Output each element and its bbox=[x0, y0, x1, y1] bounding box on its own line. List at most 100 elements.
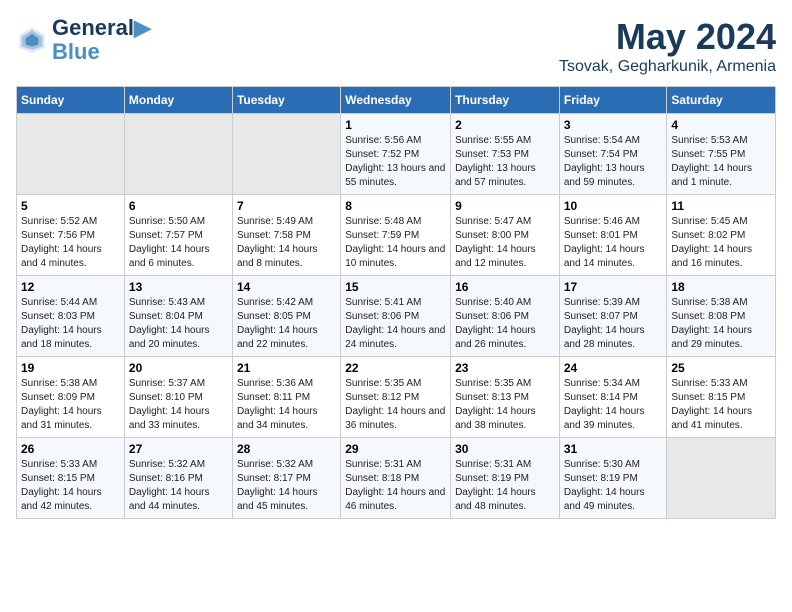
page-header: General▶ Blue May 2024 Tsovak, Gegharkun… bbox=[16, 16, 776, 76]
calendar-week-row: 1 Sunrise: 5:56 AM Sunset: 7:52 PM Dayli… bbox=[17, 114, 776, 195]
day-info: Sunrise: 5:33 AM Sunset: 8:15 PM Dayligh… bbox=[21, 458, 120, 514]
day-number: 16 bbox=[455, 280, 555, 294]
weekday-header-cell: Thursday bbox=[451, 87, 560, 114]
day-info: Sunrise: 5:35 AM Sunset: 8:13 PM Dayligh… bbox=[455, 377, 555, 433]
day-number: 5 bbox=[21, 199, 120, 213]
calendar-cell: 11 Sunrise: 5:45 AM Sunset: 8:02 PM Dayl… bbox=[667, 195, 776, 276]
location-title: Tsovak, Gegharkunik, Armenia bbox=[559, 58, 776, 76]
calendar-table: SundayMondayTuesdayWednesdayThursdayFrid… bbox=[16, 86, 776, 519]
day-number: 8 bbox=[345, 199, 446, 213]
day-info: Sunrise: 5:50 AM Sunset: 7:57 PM Dayligh… bbox=[129, 215, 228, 271]
day-info: Sunrise: 5:35 AM Sunset: 8:12 PM Dayligh… bbox=[345, 377, 446, 433]
day-number: 28 bbox=[237, 442, 336, 456]
day-info: Sunrise: 5:36 AM Sunset: 8:11 PM Dayligh… bbox=[237, 377, 336, 433]
calendar-cell: 19 Sunrise: 5:38 AM Sunset: 8:09 PM Dayl… bbox=[17, 357, 125, 438]
weekday-header-cell: Wednesday bbox=[341, 87, 451, 114]
day-info: Sunrise: 5:49 AM Sunset: 7:58 PM Dayligh… bbox=[237, 215, 336, 271]
calendar-cell: 4 Sunrise: 5:53 AM Sunset: 7:55 PM Dayli… bbox=[667, 114, 776, 195]
day-number: 21 bbox=[237, 361, 336, 375]
logo-text: General▶ Blue bbox=[52, 16, 151, 64]
calendar-cell: 29 Sunrise: 5:31 AM Sunset: 8:18 PM Dayl… bbox=[341, 438, 451, 519]
day-number: 25 bbox=[671, 361, 771, 375]
day-number: 31 bbox=[564, 442, 663, 456]
calendar-cell: 15 Sunrise: 5:41 AM Sunset: 8:06 PM Dayl… bbox=[341, 276, 451, 357]
calendar-cell: 1 Sunrise: 5:56 AM Sunset: 7:52 PM Dayli… bbox=[341, 114, 451, 195]
calendar-body: 1 Sunrise: 5:56 AM Sunset: 7:52 PM Dayli… bbox=[17, 114, 776, 519]
day-info: Sunrise: 5:31 AM Sunset: 8:19 PM Dayligh… bbox=[455, 458, 555, 514]
calendar-week-row: 5 Sunrise: 5:52 AM Sunset: 7:56 PM Dayli… bbox=[17, 195, 776, 276]
calendar-cell: 17 Sunrise: 5:39 AM Sunset: 8:07 PM Dayl… bbox=[559, 276, 667, 357]
day-info: Sunrise: 5:55 AM Sunset: 7:53 PM Dayligh… bbox=[455, 134, 555, 190]
calendar-cell: 27 Sunrise: 5:32 AM Sunset: 8:16 PM Dayl… bbox=[124, 438, 232, 519]
day-number: 2 bbox=[455, 118, 555, 132]
calendar-cell: 3 Sunrise: 5:54 AM Sunset: 7:54 PM Dayli… bbox=[559, 114, 667, 195]
day-info: Sunrise: 5:32 AM Sunset: 8:16 PM Dayligh… bbox=[129, 458, 228, 514]
day-number: 4 bbox=[671, 118, 771, 132]
day-info: Sunrise: 5:30 AM Sunset: 8:19 PM Dayligh… bbox=[564, 458, 663, 514]
day-number: 9 bbox=[455, 199, 555, 213]
day-info: Sunrise: 5:38 AM Sunset: 8:09 PM Dayligh… bbox=[21, 377, 120, 433]
day-info: Sunrise: 5:54 AM Sunset: 7:54 PM Dayligh… bbox=[564, 134, 663, 190]
day-number: 10 bbox=[564, 199, 663, 213]
calendar-cell: 5 Sunrise: 5:52 AM Sunset: 7:56 PM Dayli… bbox=[17, 195, 125, 276]
weekday-header-row: SundayMondayTuesdayWednesdayThursdayFrid… bbox=[17, 87, 776, 114]
calendar-cell: 25 Sunrise: 5:33 AM Sunset: 8:15 PM Dayl… bbox=[667, 357, 776, 438]
day-info: Sunrise: 5:31 AM Sunset: 8:18 PM Dayligh… bbox=[345, 458, 446, 514]
calendar-cell: 12 Sunrise: 5:44 AM Sunset: 8:03 PM Dayl… bbox=[17, 276, 125, 357]
day-info: Sunrise: 5:34 AM Sunset: 8:14 PM Dayligh… bbox=[564, 377, 663, 433]
day-info: Sunrise: 5:46 AM Sunset: 8:01 PM Dayligh… bbox=[564, 215, 663, 271]
calendar-cell: 10 Sunrise: 5:46 AM Sunset: 8:01 PM Dayl… bbox=[559, 195, 667, 276]
day-number: 23 bbox=[455, 361, 555, 375]
day-number: 6 bbox=[129, 199, 228, 213]
day-number: 1 bbox=[345, 118, 446, 132]
title-block: May 2024 Tsovak, Gegharkunik, Armenia bbox=[559, 16, 776, 76]
day-info: Sunrise: 5:47 AM Sunset: 8:00 PM Dayligh… bbox=[455, 215, 555, 271]
calendar-week-row: 12 Sunrise: 5:44 AM Sunset: 8:03 PM Dayl… bbox=[17, 276, 776, 357]
calendar-cell: 7 Sunrise: 5:49 AM Sunset: 7:58 PM Dayli… bbox=[232, 195, 340, 276]
day-info: Sunrise: 5:56 AM Sunset: 7:52 PM Dayligh… bbox=[345, 134, 446, 190]
day-number: 27 bbox=[129, 442, 228, 456]
calendar-cell: 20 Sunrise: 5:37 AM Sunset: 8:10 PM Dayl… bbox=[124, 357, 232, 438]
day-number: 12 bbox=[21, 280, 120, 294]
calendar-cell: 6 Sunrise: 5:50 AM Sunset: 7:57 PM Dayli… bbox=[124, 195, 232, 276]
day-number: 20 bbox=[129, 361, 228, 375]
calendar-week-row: 26 Sunrise: 5:33 AM Sunset: 8:15 PM Dayl… bbox=[17, 438, 776, 519]
calendar-cell: 13 Sunrise: 5:43 AM Sunset: 8:04 PM Dayl… bbox=[124, 276, 232, 357]
month-title: May 2024 bbox=[559, 16, 776, 58]
day-info: Sunrise: 5:40 AM Sunset: 8:06 PM Dayligh… bbox=[455, 296, 555, 352]
calendar-cell: 16 Sunrise: 5:40 AM Sunset: 8:06 PM Dayl… bbox=[451, 276, 560, 357]
day-info: Sunrise: 5:48 AM Sunset: 7:59 PM Dayligh… bbox=[345, 215, 446, 271]
calendar-cell: 21 Sunrise: 5:36 AM Sunset: 8:11 PM Dayl… bbox=[232, 357, 340, 438]
day-number: 29 bbox=[345, 442, 446, 456]
day-info: Sunrise: 5:53 AM Sunset: 7:55 PM Dayligh… bbox=[671, 134, 771, 190]
calendar-cell: 23 Sunrise: 5:35 AM Sunset: 8:13 PM Dayl… bbox=[451, 357, 560, 438]
day-info: Sunrise: 5:52 AM Sunset: 7:56 PM Dayligh… bbox=[21, 215, 120, 271]
calendar-cell: 28 Sunrise: 5:32 AM Sunset: 8:17 PM Dayl… bbox=[232, 438, 340, 519]
calendar-cell bbox=[667, 438, 776, 519]
weekday-header-cell: Saturday bbox=[667, 87, 776, 114]
day-number: 14 bbox=[237, 280, 336, 294]
day-info: Sunrise: 5:44 AM Sunset: 8:03 PM Dayligh… bbox=[21, 296, 120, 352]
calendar-cell: 31 Sunrise: 5:30 AM Sunset: 8:19 PM Dayl… bbox=[559, 438, 667, 519]
calendar-cell: 8 Sunrise: 5:48 AM Sunset: 7:59 PM Dayli… bbox=[341, 195, 451, 276]
day-number: 13 bbox=[129, 280, 228, 294]
calendar-cell: 14 Sunrise: 5:42 AM Sunset: 8:05 PM Dayl… bbox=[232, 276, 340, 357]
day-info: Sunrise: 5:37 AM Sunset: 8:10 PM Dayligh… bbox=[129, 377, 228, 433]
calendar-cell: 24 Sunrise: 5:34 AM Sunset: 8:14 PM Dayl… bbox=[559, 357, 667, 438]
logo-icon bbox=[16, 24, 48, 56]
calendar-cell bbox=[232, 114, 340, 195]
logo: General▶ Blue bbox=[16, 16, 151, 64]
day-number: 11 bbox=[671, 199, 771, 213]
calendar-cell: 30 Sunrise: 5:31 AM Sunset: 8:19 PM Dayl… bbox=[451, 438, 560, 519]
day-number: 18 bbox=[671, 280, 771, 294]
day-number: 17 bbox=[564, 280, 663, 294]
day-info: Sunrise: 5:42 AM Sunset: 8:05 PM Dayligh… bbox=[237, 296, 336, 352]
day-number: 19 bbox=[21, 361, 120, 375]
day-number: 26 bbox=[21, 442, 120, 456]
calendar-cell: 2 Sunrise: 5:55 AM Sunset: 7:53 PM Dayli… bbox=[451, 114, 560, 195]
day-number: 24 bbox=[564, 361, 663, 375]
day-info: Sunrise: 5:38 AM Sunset: 8:08 PM Dayligh… bbox=[671, 296, 771, 352]
calendar-cell bbox=[17, 114, 125, 195]
day-info: Sunrise: 5:32 AM Sunset: 8:17 PM Dayligh… bbox=[237, 458, 336, 514]
day-number: 15 bbox=[345, 280, 446, 294]
